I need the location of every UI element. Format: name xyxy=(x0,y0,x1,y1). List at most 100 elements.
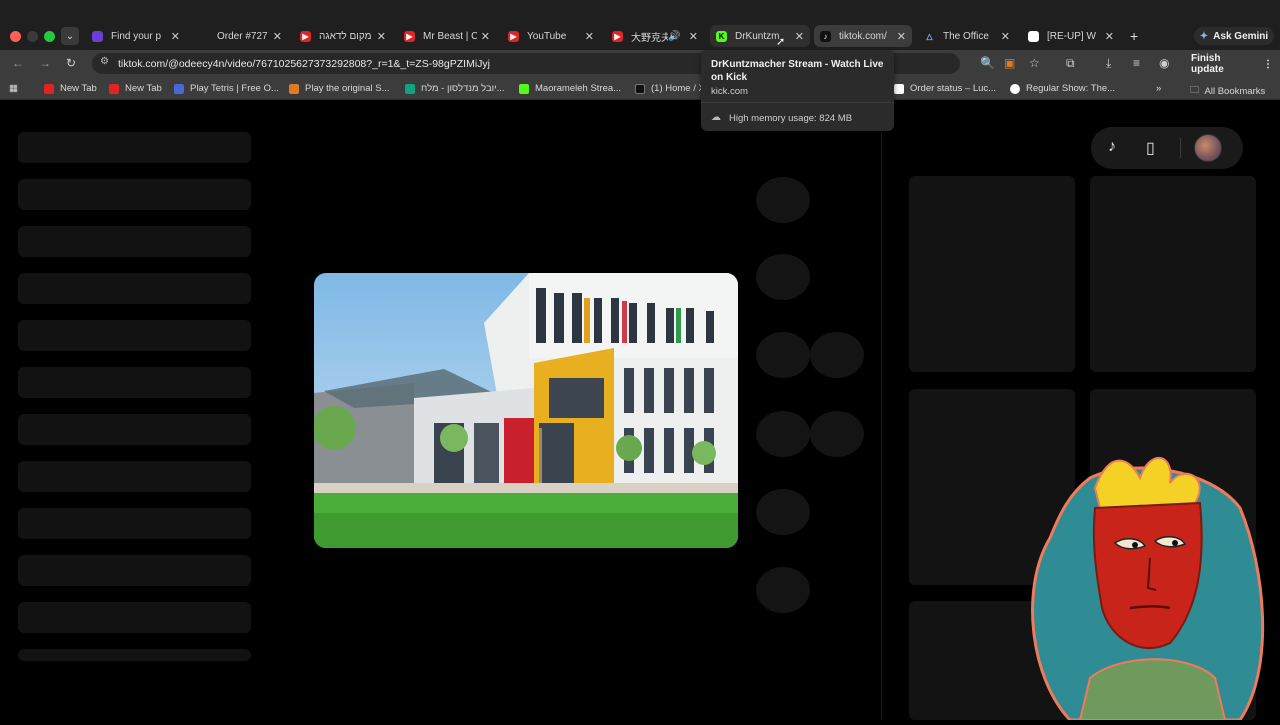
character-drawing xyxy=(1031,457,1265,722)
tab-close-icon[interactable]: ✕ xyxy=(795,30,804,43)
tab-favicon-icon xyxy=(92,30,103,42)
skeleton-row xyxy=(18,132,251,163)
skeleton-row xyxy=(18,555,251,586)
profile-icon[interactable]: ◉ xyxy=(1159,56,1169,70)
youtube-icon xyxy=(109,83,119,94)
memory-icon: ☁ xyxy=(711,112,721,123)
skeleton-row xyxy=(18,414,251,445)
tab-close-icon[interactable]: ✕ xyxy=(585,30,594,43)
skeleton-circle xyxy=(810,411,864,457)
tab-4[interactable]: ▶ Mr Beast | C ✕ xyxy=(398,25,496,47)
skeleton-row xyxy=(18,320,251,351)
ask-gemini-button[interactable]: ✦ Ask Gemini xyxy=(1194,27,1274,45)
tab-2[interactable]: Order #727 ✕ xyxy=(192,25,288,47)
youtube-icon: ▶ xyxy=(508,30,519,42)
document-icon xyxy=(894,83,904,94)
tiktok-icon: ♪ xyxy=(820,30,831,42)
tab-close-icon[interactable]: ✕ xyxy=(481,30,490,43)
tab-10[interactable]: [RE-UP] W ✕ xyxy=(1022,25,1120,47)
back-button[interactable]: ← xyxy=(12,56,24,70)
tab-1[interactable]: Find your p ✕ xyxy=(86,25,186,47)
bookmark-3[interactable]: Play Tetris | Free O... xyxy=(174,83,279,94)
all-bookmarks-button[interactable]: 🗀 All Bookmarks xyxy=(1190,83,1265,99)
tab-close-icon[interactable]: ✕ xyxy=(171,30,180,43)
close-window-button[interactable] xyxy=(10,31,21,42)
tab-3[interactable]: ▶ מקום לדאגה ✕ xyxy=(294,25,392,47)
minimize-window-button[interactable] xyxy=(27,31,38,42)
title-bar xyxy=(0,0,1280,22)
bookmark-9[interactable]: Regular Show: The... xyxy=(1010,83,1115,94)
bookmark-2[interactable]: New Tab xyxy=(109,83,162,94)
tab-close-icon[interactable]: ✕ xyxy=(1105,30,1114,43)
game-icon xyxy=(289,83,299,94)
download-icon[interactable]: ⤓ xyxy=(1106,56,1111,71)
tab-favicon-icon xyxy=(198,30,209,42)
tab-hover-card: DrKuntzmacher Stream - Watch Live on Kic… xyxy=(701,50,894,131)
maximize-window-button[interactable] xyxy=(44,31,55,42)
skeleton-thumbnail xyxy=(909,176,1075,372)
bookmark-1[interactable]: New Tab xyxy=(44,83,97,94)
tab-5[interactable]: ▶ YouTube ✕ xyxy=(502,25,600,47)
building-image xyxy=(314,273,738,548)
tab-close-icon[interactable]: ✕ xyxy=(273,30,282,43)
kick-icon xyxy=(519,83,529,94)
youtube-icon: ▶ xyxy=(404,30,415,42)
skeleton-circle xyxy=(756,411,810,457)
tab-8[interactable]: ♪ tiktok.com/✕ xyxy=(814,25,912,47)
cartoon-character xyxy=(1010,448,1280,722)
bookmark-7[interactable]: (1) Home / X xyxy=(635,83,705,94)
youtube-icon: ▶ xyxy=(612,30,623,42)
bookmark-8[interactable]: Order status – Luc... xyxy=(894,83,996,94)
kick-icon: K xyxy=(716,30,727,42)
bookmark-4[interactable]: Play the original S... xyxy=(289,83,390,94)
media-control-icon[interactable]: ≡ xyxy=(1133,56,1140,70)
skeleton-circle xyxy=(756,177,810,223)
triangle-icon: △ xyxy=(926,31,933,41)
bookmark-5[interactable]: יובל מנדלסון - מלח... xyxy=(405,83,505,94)
tab-7[interactable]: K DrKuntzm ✕ xyxy=(710,25,810,47)
reload-button[interactable]: ↻ xyxy=(66,56,76,70)
youtube-icon xyxy=(44,83,54,94)
finish-update-button[interactable]: Finish update ⋮ xyxy=(1185,53,1273,75)
tab-9[interactable]: △ The Office ✕ xyxy=(918,25,1016,47)
x-icon xyxy=(635,83,645,94)
extensions-icon[interactable]: ⧉ xyxy=(1066,56,1075,71)
tab-close-icon[interactable]: ✕ xyxy=(689,30,698,43)
tooltip-domain: kick.com xyxy=(711,86,748,97)
tetris-icon xyxy=(174,83,184,94)
control-divider xyxy=(1180,138,1181,158)
skeleton-row xyxy=(18,649,251,661)
skeleton-row xyxy=(18,461,251,492)
building-photo xyxy=(314,273,738,548)
skeleton-row xyxy=(18,602,251,633)
tab-6[interactable]: ▶ 大野克夫 🔊 ✕ xyxy=(606,25,704,47)
tooltip-divider xyxy=(701,102,894,103)
mouse-cursor-icon: ➚ xyxy=(776,36,786,48)
skeleton-circle xyxy=(810,332,864,378)
url-text: tiktok.com/@odeecy4n/video/7671025627373… xyxy=(118,57,490,70)
bookmarks-overflow-icon[interactable]: » xyxy=(1156,83,1161,94)
tab-search-button[interactable]: ⌄ xyxy=(61,27,79,45)
cast-icon[interactable]: ▣ xyxy=(1004,56,1015,70)
skeleton-circle xyxy=(756,489,810,535)
site-info-icon[interactable]: ⚙ xyxy=(100,56,109,67)
kick-icon xyxy=(405,83,415,94)
bookmark-6[interactable]: Maorameleh Strea... xyxy=(519,83,621,94)
speaker-icon[interactable]: 🔊 xyxy=(668,31,680,42)
tab-close-icon[interactable]: ✕ xyxy=(377,30,386,43)
tiktok-logo-icon[interactable]: ♪ xyxy=(1108,138,1116,156)
folder-icon: 🗀 xyxy=(1190,85,1200,96)
skeleton-thumbnail xyxy=(1090,176,1256,372)
youtube-icon: ▶ xyxy=(300,30,311,42)
apps-icon[interactable]: ▦ xyxy=(9,83,18,94)
tab-close-icon[interactable]: ✕ xyxy=(897,30,906,43)
zoom-icon[interactable]: 🔍 xyxy=(980,56,995,70)
avatar[interactable] xyxy=(1194,134,1222,162)
phone-icon[interactable]: ▯ xyxy=(1146,138,1155,158)
tab-close-icon[interactable]: ✕ xyxy=(1001,30,1010,43)
tooltip-title: DrKuntzmacher Stream - Watch Live on Kic… xyxy=(711,59,884,83)
bookmark-star-icon[interactable]: ☆ xyxy=(1029,56,1040,70)
new-tab-button[interactable]: + xyxy=(1130,28,1138,44)
document-icon xyxy=(1010,83,1020,94)
forward-button[interactable]: → xyxy=(39,56,51,70)
